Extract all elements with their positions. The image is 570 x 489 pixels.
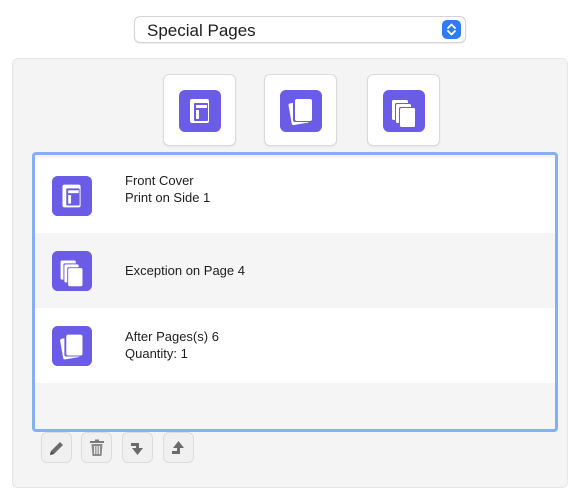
special-pages-list[interactable]: Front Cover Print on Side 1 Exception on…	[32, 152, 558, 432]
insert-pages-icon	[52, 326, 92, 371]
exception-type-button[interactable]	[367, 74, 440, 146]
list-item[interactable]: Exception on Page 4	[35, 233, 555, 308]
special-pages-popup[interactable]: Special Pages	[134, 16, 466, 43]
exception-pages-icon	[383, 90, 425, 137]
list-item-title: After Pages(s) 6	[125, 329, 219, 344]
edit-button[interactable]	[41, 432, 72, 463]
front-cover-type-button[interactable]	[163, 74, 236, 146]
exception-pages-icon	[52, 251, 92, 296]
trash-icon	[90, 439, 104, 456]
popup-selected-label: Special Pages	[147, 21, 256, 40]
list-item-title: Exception on Page 4	[125, 263, 245, 278]
pencil-icon	[50, 442, 63, 455]
list-item-detail: Print on Side 1	[125, 190, 211, 205]
list-item[interactable]: Front Cover Print on Side 1	[35, 158, 555, 233]
move-up-button[interactable]	[163, 432, 194, 463]
updown-chevron-icon	[442, 20, 461, 39]
list-item-title: Front Cover	[125, 173, 194, 188]
move-down-button[interactable]	[122, 432, 153, 463]
move-up-icon	[172, 441, 184, 454]
insert-pages-icon	[280, 90, 322, 137]
move-down-icon	[131, 443, 143, 455]
list-item[interactable]: After Pages(s) 6 Quantity: 1	[35, 308, 555, 383]
list-item-detail: Quantity: 1	[125, 346, 188, 361]
delete-button[interactable]	[81, 432, 112, 463]
after-pages-type-button[interactable]	[264, 74, 337, 146]
front-cover-icon	[179, 90, 221, 137]
front-cover-icon	[52, 176, 92, 221]
